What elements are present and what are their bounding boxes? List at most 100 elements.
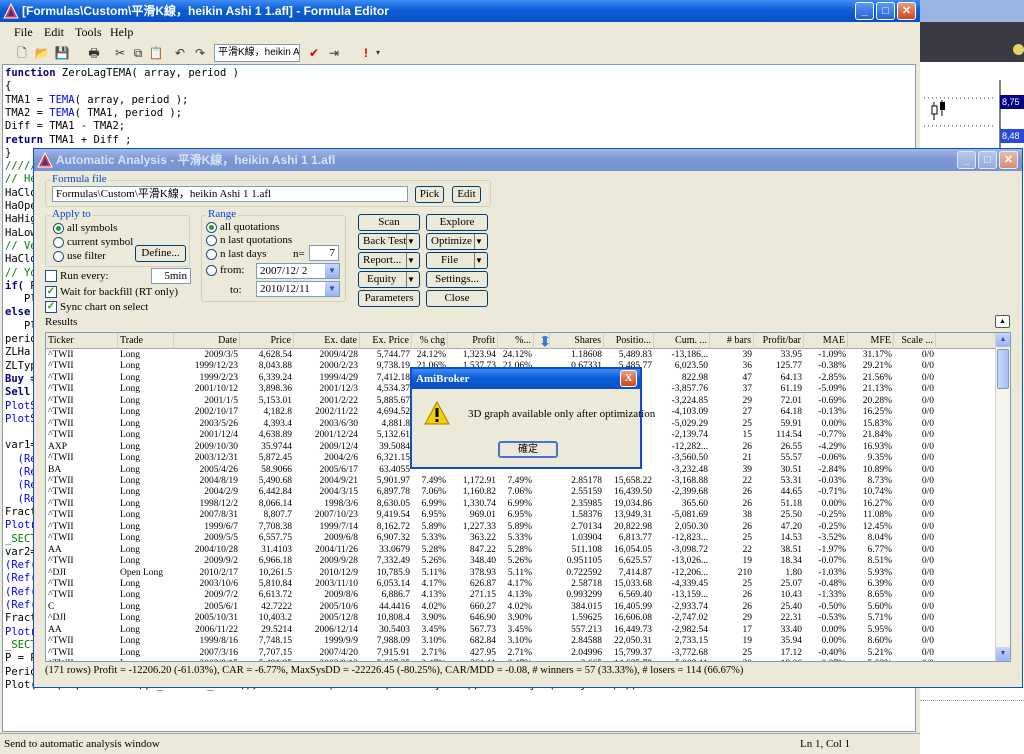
from-date-picker[interactable]: 2007/12/ 2 ▼ xyxy=(256,263,340,279)
report-button[interactable]: Report... ▼ xyxy=(358,252,420,269)
send-to-analysis-icon[interactable]: ⇥ xyxy=(326,45,342,61)
equity-button[interactable]: Equity ▼ xyxy=(358,271,420,288)
analysis-maximize-button[interactable]: □ xyxy=(978,151,997,169)
scroll-thumb[interactable] xyxy=(997,349,1009,389)
settings-button[interactable]: Settings... xyxy=(426,271,488,288)
column-header[interactable]: Positio... xyxy=(604,333,654,349)
chevron-down-icon[interactable]: ▼ xyxy=(406,253,419,268)
column-header[interactable]: Date xyxy=(174,333,240,349)
dialog-close-button[interactable]: X xyxy=(620,370,637,387)
table-row[interactable]: ^TWII Long 2009/9/2 6,966.18 2009/9/28 7,332.… xyxy=(46,556,996,567)
table-row[interactable]: ^TWII Long 2004/8/19 5,490.68 2004/9/21 5,901… xyxy=(46,476,996,487)
redo-icon[interactable]: ↷ xyxy=(192,45,208,61)
table-row[interactable]: ^TWII Long 1999/8/16 7,748.15 1999/9/9 7,988.… xyxy=(46,636,996,647)
table-row[interactable]: ^TWII Long 1998/12/2 8,066.14 1998/3/6 8,630.… xyxy=(46,499,996,510)
radio-from[interactable] xyxy=(206,265,217,276)
paste-icon[interactable]: 📋 xyxy=(148,45,164,61)
table-row[interactable]: ^TWII Long 2009/5/5 6,557.75 2009/6/8 6,907.3… xyxy=(46,533,996,544)
define-button[interactable]: Define... xyxy=(135,245,186,262)
menu-edit[interactable]: Edit xyxy=(44,25,64,40)
column-header[interactable]: Scale ... xyxy=(894,333,936,349)
explore-button[interactable]: Explore xyxy=(426,214,488,231)
ok-button[interactable]: 確定 xyxy=(498,441,558,458)
table-row[interactable]: ^DJI Open Long 2010/2/17 10,261.5 2010/12/9 1… xyxy=(46,568,996,579)
print-icon[interactable]: 🖶 xyxy=(86,45,102,61)
column-header[interactable]: MFE xyxy=(848,333,894,349)
minimize-button[interactable]: _ xyxy=(855,2,874,20)
table-row[interactable]: AA Long 2006/11/22 29.5214 2006/12/14 30.5403… xyxy=(46,625,996,636)
column-header[interactable]: %... xyxy=(498,333,534,349)
cut-icon[interactable]: ✂ xyxy=(112,45,128,61)
formula-file-field[interactable]: Formulas\Custom\平滑K線，heikin Ashi 1 1.afl xyxy=(52,186,408,202)
radio-n-last-quotations[interactable] xyxy=(206,235,217,246)
new-file-icon[interactable]: 🗋 xyxy=(14,45,30,61)
undo-icon[interactable]: ↶ xyxy=(172,45,188,61)
table-row[interactable]: ^DJI Long 2005/10/31 10,403.2 2005/12/8 10,80… xyxy=(46,613,996,624)
column-header[interactable]: Ticker xyxy=(46,333,118,349)
verify-syntax-icon[interactable]: ✔ xyxy=(306,45,322,61)
run-every-field[interactable]: 5min xyxy=(151,268,191,284)
results-scrollbar[interactable]: ▲ ▼ xyxy=(995,333,1010,661)
edit-button[interactable]: Edit xyxy=(452,186,481,203)
table-row[interactable]: ^TWII Long 2007/8/31 8,807.7 2007/10/23 9,419… xyxy=(46,510,996,521)
table-row[interactable]: ^TWII Long 1999/6/7 7,708.38 1999/7/14 8,162.… xyxy=(46,522,996,533)
formula-name-combo[interactable]: 平滑K線，heikin A xyxy=(214,44,300,62)
collapse-results-button[interactable]: ▲ xyxy=(995,315,1010,328)
close-analysis-button[interactable]: Close xyxy=(426,290,488,307)
parameters-button[interactable]: Parameters xyxy=(358,290,420,307)
backtest-button[interactable]: Back Test ▼ xyxy=(358,233,420,250)
menu-file[interactable]: File xyxy=(14,25,33,40)
column-header[interactable]: Ex. Price xyxy=(360,333,412,349)
n-value-field[interactable]: 7 xyxy=(309,245,339,261)
scroll-down-icon[interactable]: ▼ xyxy=(996,647,1010,661)
save-icon[interactable]: 💾 xyxy=(54,45,70,61)
column-header[interactable]: % chg xyxy=(412,333,448,349)
column-header[interactable]: # bars xyxy=(710,333,754,349)
radio-current-symbol[interactable] xyxy=(53,237,64,248)
column-header[interactable]: MAE xyxy=(804,333,848,349)
table-row[interactable]: C Long 2005/6/1 42.7222 2005/10/6 44.4416 4.02… xyxy=(46,602,996,613)
scan-button[interactable]: Scan xyxy=(358,214,420,231)
to-date-picker[interactable]: 2010/12/11 ▼ xyxy=(256,281,340,297)
chevron-down-icon[interactable]: ▼ xyxy=(474,253,487,268)
optimize-button[interactable]: Optimize ▼ xyxy=(426,233,488,250)
radio-all-symbols[interactable] xyxy=(53,223,64,234)
chevron-down-icon[interactable]: ▼ xyxy=(406,234,419,249)
column-header[interactable]: Shares xyxy=(550,333,604,349)
table-row[interactable]: AA Long 2004/10/28 31.4103 2004/11/26 33.0679… xyxy=(46,545,996,556)
code-line: (Ref( xyxy=(5,586,37,599)
table-row[interactable]: ^TWII Long 2009/7/2 6,613.72 2009/8/6 6,886.7… xyxy=(46,590,996,601)
chevron-down-icon[interactable]: ▾ xyxy=(370,45,386,61)
menu-tools[interactable]: Tools xyxy=(75,25,102,40)
maximize-button[interactable]: □ xyxy=(876,2,895,20)
radio-use-filter[interactable] xyxy=(53,251,64,262)
table-row[interactable]: ^TWIILong2003/8/155,491.852003/9/125,627… xyxy=(46,659,996,661)
column-header[interactable]: Profit/bar xyxy=(754,333,804,349)
analysis-minimize-button[interactable]: _ xyxy=(957,151,976,169)
table-row[interactable]: ^TWII Long 2004/2/9 6,442.84 2004/3/15 6,897.… xyxy=(46,487,996,498)
radio-n-last-days[interactable] xyxy=(206,249,217,260)
pick-button[interactable]: Pick xyxy=(415,186,444,203)
column-header[interactable]: Cum. ... xyxy=(654,333,710,349)
close-button[interactable]: ✕ xyxy=(897,2,916,20)
scroll-up-icon[interactable]: ▲ xyxy=(996,333,1010,347)
column-header[interactable]: Price xyxy=(240,333,294,349)
column-header[interactable]: Trade xyxy=(118,333,174,349)
table-row[interactable]: ^TWII Long 2009/3/5 4,628.54 2009/4/28 5,744.… xyxy=(46,350,996,361)
column-header[interactable]: Profit xyxy=(448,333,498,349)
chevron-down-icon[interactable]: ▼ xyxy=(406,272,419,287)
file-button[interactable]: File ▼ xyxy=(426,252,488,269)
chevron-down-icon[interactable]: ▼ xyxy=(474,234,487,249)
sync-chart-checkbox[interactable]: ✓ xyxy=(45,301,57,313)
radio-all-quotations[interactable] xyxy=(206,222,217,233)
wait-backfill-checkbox[interactable]: ✓ xyxy=(45,286,57,298)
copy-icon[interactable]: ⧉ xyxy=(130,45,146,61)
column-header[interactable]: Ex. date xyxy=(294,333,360,349)
analysis-close-button[interactable]: ✕ xyxy=(999,151,1018,169)
run-every-checkbox[interactable] xyxy=(45,270,57,282)
table-row[interactable]: ^TWII Long 2007/3/16 7,707.15 2007/4/20 7,915… xyxy=(46,648,996,659)
chart-tool-icon[interactable] xyxy=(1013,44,1024,55)
open-folder-icon[interactable]: 📂 xyxy=(34,45,50,61)
menu-help[interactable]: Help xyxy=(110,25,133,40)
table-row[interactable]: ^TWII Long 2003/10/6 5,810.84 2003/11/10 6,05… xyxy=(46,579,996,590)
